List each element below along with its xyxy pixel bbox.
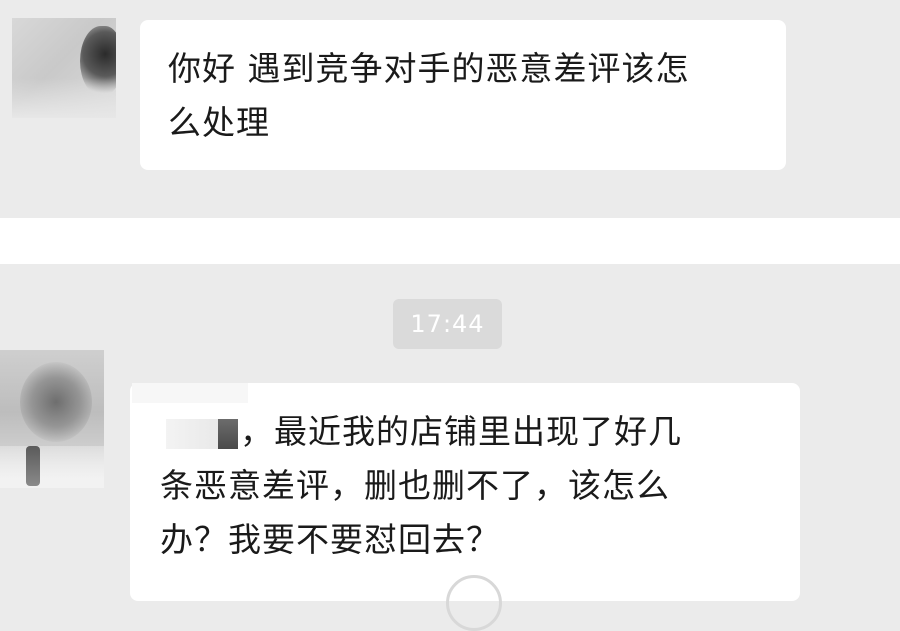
- sender-avatar[interactable]: [0, 350, 104, 488]
- timestamp-badge: 17:44: [393, 299, 502, 349]
- section-divider: [0, 218, 900, 264]
- sender-avatar[interactable]: [12, 18, 116, 118]
- avatar-blur-dark: [26, 446, 40, 486]
- avatar-blur-body: [0, 446, 104, 488]
- avatar-blur-light: [12, 78, 116, 118]
- redacted-name-light: [166, 418, 218, 449]
- loading-ring-icon: [446, 575, 502, 631]
- message-line: 办？我要不要怼回去？: [160, 520, 500, 559]
- message-line: 条恶意差评，删也删不了，该怎么: [160, 466, 670, 505]
- message-line-text: ，最近我的店铺里出现了好几: [240, 412, 682, 451]
- message-bubble-2[interactable]: ，最近我的店铺里出现了好几 条恶意差评，删也删不了，该怎么 办？我要不要怼回去？: [130, 383, 800, 601]
- avatar-blur-shape: [20, 362, 92, 442]
- message-line: 么处理: [168, 103, 270, 142]
- redaction-strip: [132, 383, 248, 403]
- message-line-first: ，最近我的店铺里出现了好几: [160, 405, 800, 459]
- message-line: 你好 遇到竞争对手的恶意差评该怎: [168, 49, 690, 88]
- message-bubble-1[interactable]: 你好 遇到竞争对手的恶意差评该怎 么处理: [140, 20, 786, 170]
- redacted-name-dark: [218, 418, 238, 449]
